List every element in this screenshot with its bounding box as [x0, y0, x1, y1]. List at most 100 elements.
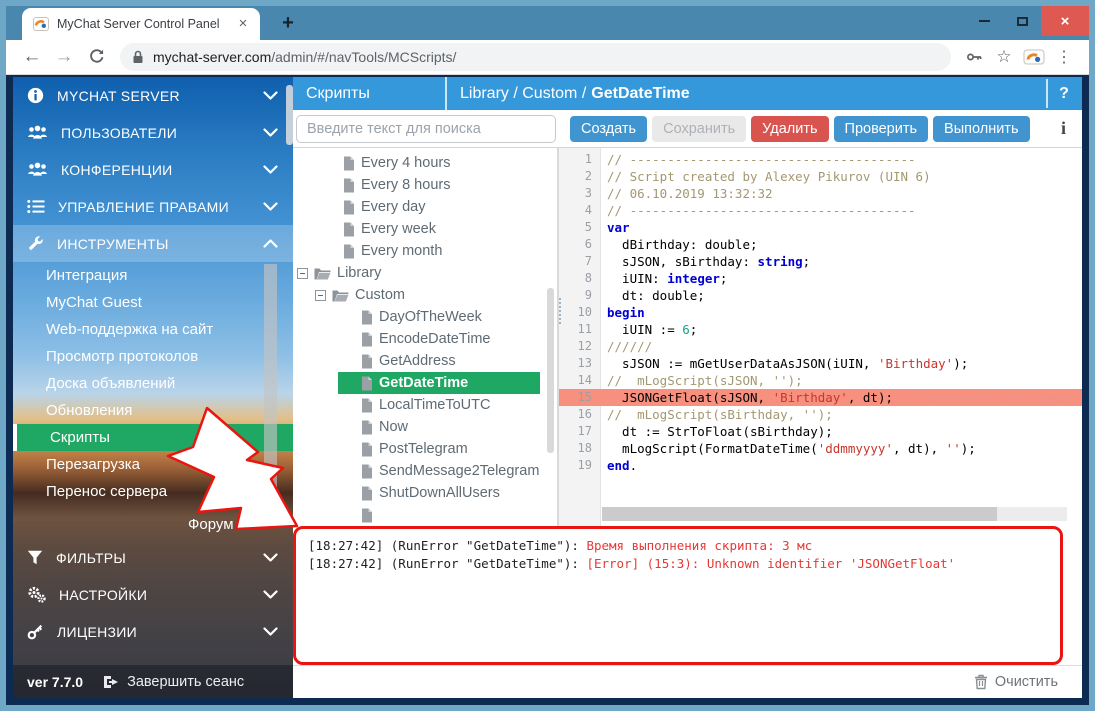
search-input[interactable]: [296, 115, 556, 143]
tree-item-label: GetDateTime: [379, 375, 468, 391]
users-icon: [27, 162, 48, 177]
tree-item[interactable]: Every week: [293, 218, 557, 240]
password-key-icon[interactable]: [959, 48, 989, 66]
browser-menu-icon[interactable]: ⋮: [1049, 47, 1079, 67]
code-line: 7 sJSON, sBirthday: string;: [559, 253, 1082, 270]
tree-item[interactable]: Now: [293, 416, 557, 438]
folder-icon: [314, 267, 331, 280]
chevron-down-icon: [263, 91, 278, 100]
sidebar-scrollbar[interactable]: [286, 85, 293, 145]
sidebar-item-protocols[interactable]: Просмотр протоколов: [13, 343, 293, 370]
tree-item[interactable]: Every 8 hours: [293, 174, 557, 196]
sidebar-item-licenses[interactable]: ЛИЦЕНЗИИ: [13, 613, 293, 650]
tree-item[interactable]: ShutDownAllUsers: [293, 482, 557, 504]
window-maximize-button[interactable]: [1003, 6, 1041, 36]
line-number: 18: [559, 440, 601, 457]
tree-item-label: DayOfTheWeek: [379, 309, 482, 325]
code-line: 11 iUIN := 6;: [559, 321, 1082, 338]
sidebar-item-board[interactable]: Доска объявлений: [13, 370, 293, 397]
back-icon[interactable]: ←: [16, 46, 48, 68]
sidebar-item-web-support[interactable]: Web-поддержка на сайт: [13, 316, 293, 343]
check-button[interactable]: Проверить: [834, 116, 929, 142]
splitter-handle-vertical[interactable]: [559, 298, 561, 324]
create-button[interactable]: Создать: [570, 116, 647, 142]
file-icon: [343, 244, 355, 259]
forward-icon[interactable]: →: [48, 46, 80, 68]
sidebar-nav-bottom: ФИЛЬТРЫ НАСТРОЙКИЛИЦЕНЗИИ: [13, 539, 293, 650]
tree-item[interactable]: Library: [293, 262, 557, 284]
version-label: ver 7.7.0: [27, 674, 83, 690]
sidebar-item-settings[interactable]: НАСТРОЙКИ: [13, 576, 293, 613]
file-icon: [361, 442, 373, 457]
wrench-icon: [27, 235, 44, 252]
line-number: 1: [559, 151, 601, 168]
console-output[interactable]: [18:27:42] (RunError "GetDateTime"): Вре…: [293, 526, 1063, 665]
delete-button[interactable]: Удалить: [751, 116, 828, 142]
mychat-extension-icon[interactable]: [1019, 47, 1049, 67]
sidebar-item-conferences[interactable]: КОНФЕРЕНЦИИ: [13, 151, 293, 188]
bookmark-star-icon[interactable]: ☆: [989, 47, 1019, 67]
tree-item[interactable]: [293, 504, 557, 526]
breadcrumb-path: Library / Custom /: [460, 85, 586, 103]
sidebar-item-rights[interactable]: УПРАВЛЕНИЕ ПРАВАМИ: [13, 188, 293, 225]
tree-scrollbar[interactable]: [547, 288, 554, 453]
tree-item-selected[interactable]: GetDateTime: [293, 372, 557, 394]
maximize-icon: [1017, 17, 1028, 26]
tab-close-icon[interactable]: ×: [234, 15, 252, 32]
filter-icon: [27, 550, 43, 565]
tree-item-label: PostTelegram: [379, 441, 468, 457]
tree-item[interactable]: Every day: [293, 196, 557, 218]
help-button[interactable]: ?: [1046, 79, 1080, 108]
script-tree: Every 4 hours Every 8 hours Every day Every…: [293, 148, 559, 526]
sidebar-item-tools[interactable]: ИНСТРУМЕНТЫ: [13, 225, 293, 262]
new-tab-button[interactable]: +: [274, 12, 302, 35]
tree-item[interactable]: Every month: [293, 240, 557, 262]
sidebar-item-label: ФИЛЬТРЫ: [56, 550, 250, 566]
run-button[interactable]: Выполнить: [933, 116, 1029, 142]
app-frame: MYCHAT SERVERПОЛЬЗОВАТЕЛИКОНФЕРЕНЦИИУПРА…: [6, 75, 1089, 705]
page-title: Скрипты: [293, 85, 445, 103]
list-icon: [27, 199, 45, 214]
collapse-icon[interactable]: [297, 268, 308, 279]
tree-item[interactable]: DayOfTheWeek: [293, 306, 557, 328]
editor-hscrollbar[interactable]: [602, 507, 1067, 521]
code-line: 4// ------------------------------------…: [559, 202, 1082, 219]
code-line: 9 dt: double;: [559, 287, 1082, 304]
tree-item[interactable]: SendMessage2Telegram: [293, 460, 557, 482]
tree-item-label: Every day: [361, 199, 425, 215]
save-button[interactable]: Сохранить: [652, 116, 746, 142]
chevron-down-icon: [263, 590, 278, 599]
sidebar-item-mychat-guest[interactable]: MyChat Guest: [13, 289, 293, 316]
code-editor[interactable]: 1// ------------------------------------…: [559, 148, 1082, 526]
app-content: MYCHAT SERVERПОЛЬЗОВАТЕЛИКОНФЕРЕНЦИИУПРА…: [13, 77, 1082, 698]
lock-icon: [132, 50, 144, 64]
sidebar-item-integration[interactable]: Интеграция: [13, 262, 293, 289]
file-icon: [361, 310, 373, 325]
info-icon[interactable]: i: [1061, 118, 1066, 139]
tree-item[interactable]: Every 4 hours: [293, 152, 557, 174]
sidebar-item-users[interactable]: ПОЛЬЗОВАТЕЛИ: [13, 114, 293, 151]
chevron-down-icon: [263, 627, 278, 636]
tree-item[interactable]: PostTelegram: [293, 438, 557, 460]
collapse-icon[interactable]: [315, 290, 326, 301]
tree-item[interactable]: Custom: [293, 284, 557, 306]
refresh-icon[interactable]: [80, 48, 112, 65]
file-icon: [343, 178, 355, 193]
logout-button[interactable]: Завершить сеанс: [103, 674, 244, 690]
window-close-button[interactable]: ×: [1041, 6, 1089, 36]
tree-item-label: Every 4 hours: [361, 155, 450, 171]
window-minimize-button[interactable]: [965, 6, 1003, 36]
chevron-down-icon: [263, 553, 278, 562]
browser-tab[interactable]: MyChat Server Control Panel ×: [22, 8, 260, 40]
clear-console-button[interactable]: Очистить: [995, 674, 1058, 690]
address-bar[interactable]: mychat-server.com/admin/#/navTools/MCScr…: [120, 43, 951, 71]
tree-item[interactable]: LocalTimeToUTC: [293, 394, 557, 416]
tree-item[interactable]: GetAddress: [293, 350, 557, 372]
sidebar-item-filters[interactable]: ФИЛЬТРЫ: [13, 539, 293, 576]
sidebar-item-mychat-server[interactable]: MYCHAT SERVER: [13, 77, 293, 114]
chevron-down-icon: [263, 165, 278, 174]
tree-item-label: Library: [337, 265, 381, 281]
tree-item[interactable]: EncodeDateTime: [293, 328, 557, 350]
editor-hscrollbar-thumb[interactable]: [602, 507, 997, 521]
tree-item-label: Every week: [361, 221, 436, 237]
